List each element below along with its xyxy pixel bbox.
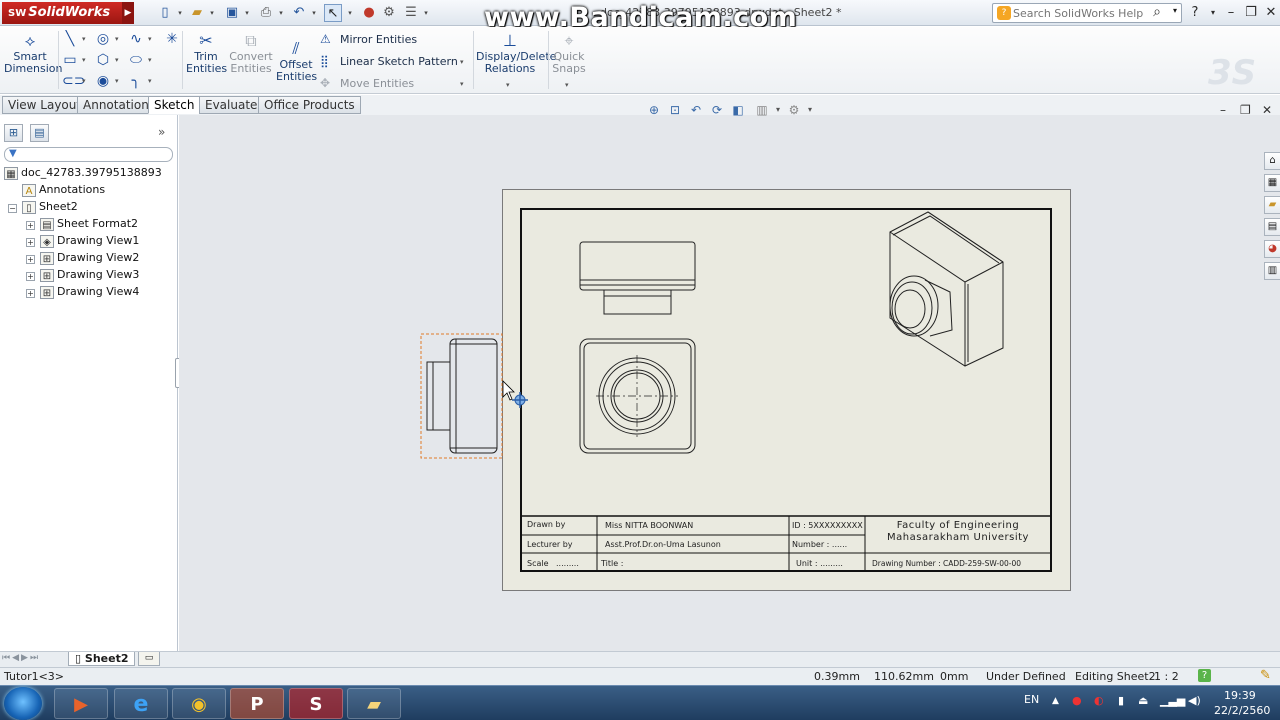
university-name: Mahasarakham University xyxy=(887,532,1029,543)
tray-app-icon[interactable]: ▮ xyxy=(1118,694,1124,707)
cursor-z: 0mm xyxy=(940,670,969,683)
sheet-tab-bar: ⏮◀▶⏭ ▯ Sheet2 ▭ xyxy=(0,651,1280,667)
sketch-state: Under Defined xyxy=(986,670,1066,683)
sheet-scale[interactable]: 1 : 2 xyxy=(1154,670,1179,683)
lecturer-value: Asst.Prof.Dr.on-Uma Lasunon xyxy=(605,540,721,549)
clock-date[interactable]: 22/2/2560 xyxy=(1214,704,1270,717)
faculty-name: Faculty of Engineering xyxy=(896,520,1020,531)
solidworks-window: SW SolidWorks ▶ ▯ ▾ ▰ ▾ ▣ ▾ ⎙ ▾ ↶ ▾ ↖ ▾ ●… xyxy=(0,0,1280,720)
clock-time[interactable]: 19:39 xyxy=(1224,689,1256,702)
sheet-icon: ▯ xyxy=(75,652,85,665)
rebuild-status-icon[interactable]: ✎ xyxy=(1260,668,1271,683)
network-icon[interactable]: ▁▃▅ xyxy=(1160,694,1185,707)
title-label: Title : xyxy=(601,559,624,568)
antivirus-tray-icon[interactable]: ◐ xyxy=(1094,694,1104,707)
move-cursor-icon xyxy=(502,380,528,408)
drawing-view-front xyxy=(579,338,696,454)
solidworks-taskbar-icon[interactable]: S xyxy=(289,688,343,719)
drawn-by-label: Drawn by xyxy=(527,520,566,529)
id-label: ID : 5XXXXXXXXX xyxy=(792,521,863,530)
scale-label: Scale xyxy=(527,559,549,568)
status-bar: Tutor1<3> 0.39mm 110.62mm 0mm Under Defi… xyxy=(0,667,1280,685)
scale-value: ......... xyxy=(556,559,579,568)
drawing-number: Drawing Number : CADD-259-SW-00-00 xyxy=(872,559,1022,568)
language-indicator[interactable]: EN xyxy=(1024,693,1039,706)
status-message: Tutor1<3> xyxy=(4,670,65,683)
show-hidden-icons-icon[interactable]: ▲ xyxy=(1052,696,1059,706)
windows-taskbar: ▶ e ◉ P S ▰ EN ▲ ● ◐ ▮ ⏏ ▁▃▅ ◀) 19:39 22… xyxy=(0,685,1280,720)
internet-explorer-taskbar-icon[interactable]: e xyxy=(114,688,168,719)
file-explorer-taskbar-icon[interactable]: ▰ xyxy=(347,688,401,719)
powerpoint-taskbar-icon[interactable]: P xyxy=(230,688,284,719)
cursor-y: 110.62mm xyxy=(874,670,934,683)
drawing-view-isometric xyxy=(889,211,1004,367)
editing-state: Editing Sheet2 xyxy=(1075,670,1156,683)
drawing-view-top xyxy=(579,241,696,315)
cursor-x: 0.39mm xyxy=(814,670,860,683)
help-status-icon[interactable]: ? xyxy=(1198,669,1211,682)
drawing-views-layer xyxy=(420,211,1051,572)
usb-tray-icon[interactable]: ⏏ xyxy=(1138,694,1148,707)
start-button-icon[interactable] xyxy=(4,687,42,720)
record-indicator-icon[interactable]: ● xyxy=(1072,694,1082,707)
media-player-taskbar-icon[interactable]: ▶ xyxy=(54,688,108,719)
add-sheet-icon[interactable]: ▭ xyxy=(138,652,160,666)
number-label: Number : ...... xyxy=(792,540,848,549)
chrome-taskbar-icon[interactable]: ◉ xyxy=(172,688,226,719)
sheet-navigation-arrows-icon[interactable]: ⏮◀▶⏭ xyxy=(2,653,40,663)
unit-label: Unit : ......... xyxy=(796,559,843,568)
sheet-tab-sheet2[interactable]: ▯ Sheet2 xyxy=(68,652,136,666)
lecturer-label: Lecturer by xyxy=(527,540,573,549)
drawn-by-value: Miss NITTA BOONWAN xyxy=(605,521,694,530)
drawing-view-side-selected xyxy=(420,333,503,459)
volume-icon[interactable]: ◀) xyxy=(1188,694,1201,707)
